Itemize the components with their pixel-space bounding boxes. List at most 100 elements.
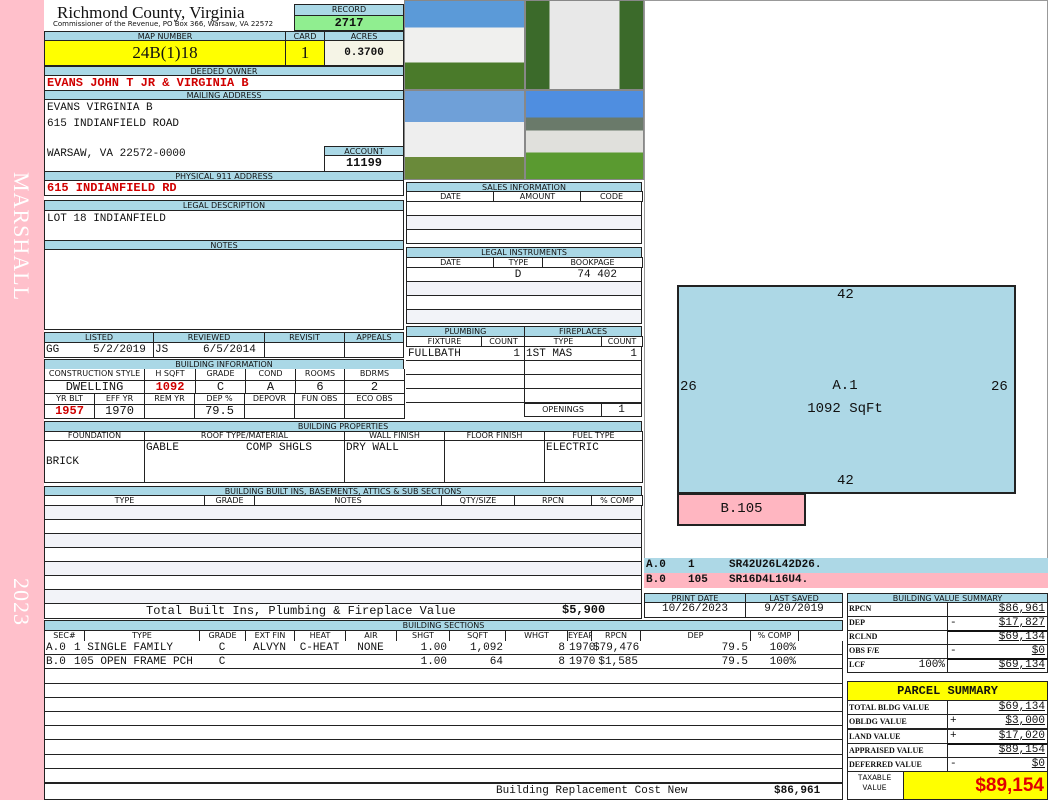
plumbing-row <box>406 389 525 403</box>
built-ins-row <box>44 576 642 590</box>
section-cell: 1.00 <box>420 656 447 668</box>
revisit-cell <box>264 342 345 358</box>
instruments-header: TYPE <box>493 257 544 268</box>
building-info-value: DWELLING <box>44 380 145 394</box>
fireplace-type: 1ST MAS <box>526 348 573 360</box>
section-cell: C <box>218 642 226 654</box>
tax-year: 2023 <box>9 578 34 626</box>
property-photo-3[interactable] <box>404 90 525 180</box>
parcel-summary-label: APPRAISED VALUE <box>849 745 924 755</box>
value-summary-label: LCF <box>849 660 865 669</box>
section-cell: 64 <box>489 656 503 668</box>
parcel-summary-label: PARCEL SUMMARY <box>847 681 1048 701</box>
building-info-value <box>244 404 295 419</box>
instrument-bookpage: 74 402 <box>577 269 617 281</box>
plumbing-row <box>406 375 525 389</box>
value-summary-sign: - <box>950 617 957 629</box>
section-row <box>44 669 843 684</box>
record-number: 2717 <box>294 15 404 31</box>
sales-header: AMOUNT <box>493 191 582 202</box>
section-cell: 1970 <box>569 656 596 668</box>
sketch-dim-bottom: 42 <box>837 473 854 489</box>
section-cell: $79,476 <box>593 642 640 654</box>
value-summary-value: $69,134 <box>998 659 1045 671</box>
section-row <box>44 768 843 783</box>
section-row <box>44 754 843 769</box>
notes-box <box>44 249 404 330</box>
parcel-summary-value: $89,154 <box>998 743 1045 756</box>
section-cell: 8 <box>558 642 565 654</box>
replacement-cost-value: $86,961 <box>774 785 821 797</box>
property-photo-1[interactable] <box>404 0 525 90</box>
section-cell: 1,092 <box>469 642 503 654</box>
foundation-value: BRICK <box>46 456 80 468</box>
appeals-cell <box>344 342 404 358</box>
taxable-value: $89,154 <box>903 771 1048 800</box>
sales-row <box>406 202 642 216</box>
instruments-row <box>406 282 642 296</box>
taxable-value-label: TAXABLE VALUE <box>857 774 892 793</box>
built-ins-header: QTY/SIZE <box>441 495 515 506</box>
roof-type-value: GABLE <box>146 442 180 454</box>
property-photo-4[interactable] <box>525 90 644 180</box>
sketch-line-b-sec: B.0 <box>646 574 666 586</box>
plumbing-header: COUNT <box>481 336 526 347</box>
sketch-area-label: A.1 <box>832 378 858 394</box>
fireplaces-row <box>524 361 642 375</box>
sketch-line-a-vectors: SR42U26L42D26. <box>729 559 822 571</box>
built-ins-total: $5,900 <box>562 603 606 617</box>
built-ins-row <box>44 562 642 576</box>
parcel-summary-label: TOTAL BLDG VALUE <box>849 703 930 712</box>
mailing-line-3: WARSAW, VA 22572-0000 <box>47 148 186 160</box>
property-photo-2[interactable] <box>525 0 644 90</box>
section-row <box>44 712 843 727</box>
instruments-row <box>406 310 642 324</box>
fuel-type-value: ELECTRIC <box>546 442 599 454</box>
parcel-summary-label: DEFERRED VALUE <box>849 760 922 770</box>
parcel-summary-sign: + <box>950 715 957 728</box>
instrument-type: D <box>514 269 522 281</box>
building-info-value: 79.5 <box>194 404 245 419</box>
value-summary-label: DEP <box>849 618 865 627</box>
plumbing-row <box>406 361 525 375</box>
mailing-line-2: 615 INDIANFIELD ROAD <box>47 118 180 130</box>
print-date: 10/26/2023 <box>644 602 746 618</box>
instruments-header: BOOKPAGE <box>542 257 643 268</box>
parcel-summary-value: $69,134 <box>998 701 1045 713</box>
building-info-value <box>344 404 405 419</box>
built-ins-total-label: Total Built Ins, Plumbing & Fireplace Va… <box>146 604 456 618</box>
mailing-line-1: EVANS VIRGINIA B <box>47 102 153 114</box>
district-name: MARSHALL <box>9 172 34 302</box>
sketch-line-b-code: 105 <box>688 574 708 586</box>
fireplaces-row <box>524 389 642 403</box>
fireplaces-header: TYPE <box>524 336 603 347</box>
section-cell: ALVYN <box>252 642 286 654</box>
reviewed-date: 6/5/2014 <box>203 344 256 356</box>
section-cell: 1 SINGLE FAMILY <box>74 642 174 654</box>
built-ins-row <box>44 548 642 562</box>
section-row <box>44 740 843 755</box>
plumbing-header: FIXTURE <box>406 336 483 347</box>
building-info-value: 1957 <box>44 404 95 419</box>
section-cell: C-HEAT <box>299 642 340 654</box>
reviewed-by: JS <box>155 344 169 356</box>
parcel-summary-sign: - <box>950 758 957 771</box>
legal-description: LOT 18 INDIANFIELD <box>47 213 166 225</box>
section-row <box>44 683 843 698</box>
openings-label: OPENINGS <box>524 403 602 417</box>
sketch-line-a-sec: A.0 <box>646 559 666 571</box>
built-ins-header: % COMP <box>591 495 643 506</box>
sales-header: DATE <box>406 191 495 202</box>
replacement-cost-label: Building Replacement Cost New <box>496 785 688 797</box>
last-saved-date: 9/20/2019 <box>745 602 843 618</box>
sketch-line-b-vectors: SR16D4L16U4. <box>729 574 809 586</box>
building-info-value: 1092 <box>144 380 196 394</box>
sketch-dim-top: 42 <box>837 287 854 303</box>
building-info-value: C <box>195 380 246 394</box>
value-summary-label: RCLND <box>849 632 878 641</box>
wall-finish-value: DRY WALL <box>346 442 399 454</box>
building-info-value: 6 <box>295 380 345 394</box>
fireplaces-row <box>524 375 642 389</box>
section-cell: NONE <box>357 642 384 654</box>
built-ins-header: TYPE <box>44 495 205 506</box>
